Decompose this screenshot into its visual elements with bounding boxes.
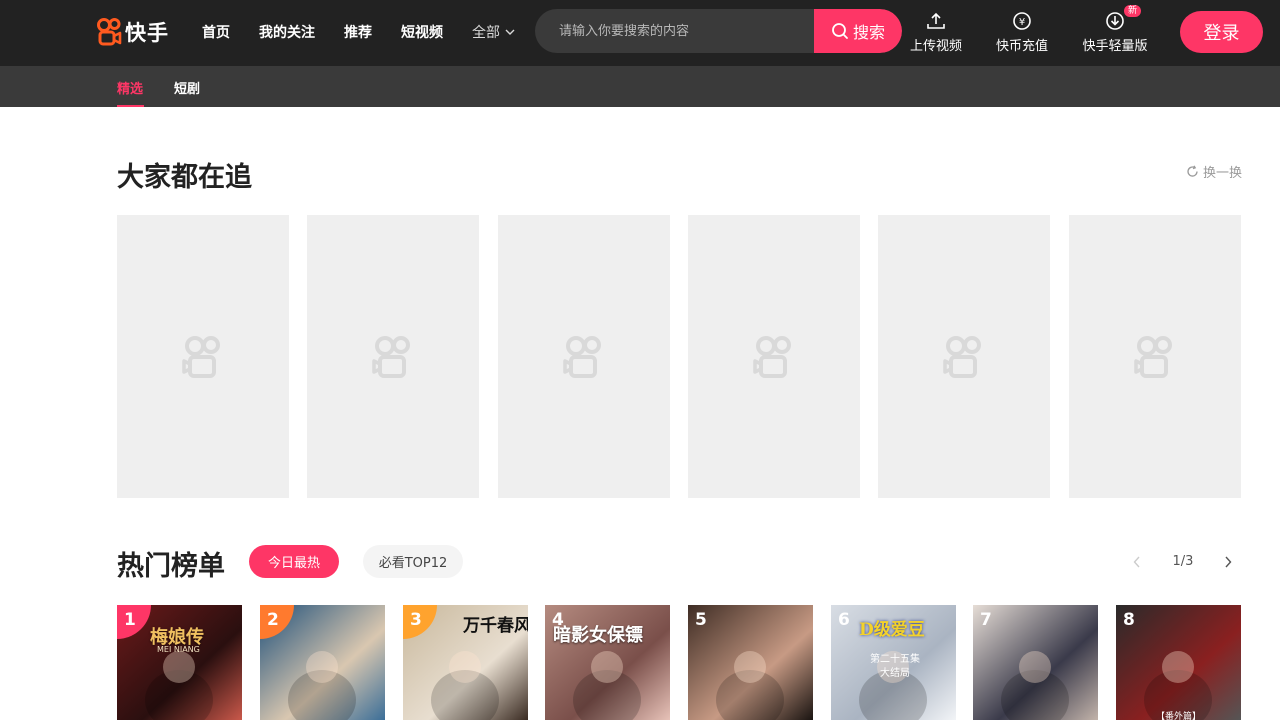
- hot-list-card[interactable]: 2: [260, 605, 385, 720]
- nav-item-following[interactable]: 我的关注: [259, 22, 315, 42]
- page-indicator: 1/3: [1172, 554, 1194, 569]
- tab-featured[interactable]: 精选: [117, 78, 143, 97]
- upload-icon: [927, 12, 945, 29]
- kuaishou-placeholder-icon: [1134, 335, 1172, 378]
- nav-item-home[interactable]: 首页: [202, 22, 230, 42]
- hot-list-card[interactable]: 3 万千春风: [403, 605, 528, 720]
- recharge-label: 快币充值: [995, 39, 1048, 54]
- search-icon: [832, 23, 848, 39]
- kuaishou-logo-icon: [97, 18, 122, 46]
- hot-list-card[interactable]: 4 暗影女保镖: [545, 605, 670, 720]
- nav-item-short-video[interactable]: 短视频: [401, 22, 443, 42]
- poster-title: 万千春风: [463, 616, 528, 636]
- search-input[interactable]: [535, 9, 815, 53]
- active-tab-indicator: [117, 105, 144, 107]
- rank-number: 7: [980, 610, 992, 630]
- hot-list-card[interactable]: 6 D级爱豆第二十五集 大结局: [831, 605, 956, 720]
- kuaishou-placeholder-icon: [182, 335, 220, 378]
- search-button[interactable]: 搜索: [814, 9, 902, 53]
- refresh-button[interactable]: 换一换: [1186, 162, 1242, 181]
- hot-list-card[interactable]: 7: [973, 605, 1098, 720]
- nav-item-all[interactable]: 全部: [472, 22, 515, 42]
- kuaishou-logo[interactable]: 快手: [96, 16, 169, 48]
- nav-item-all-label: 全部: [472, 25, 500, 41]
- kuaishou-placeholder-icon: [372, 335, 410, 378]
- chevron-down-icon: [505, 29, 515, 35]
- hot-list-title: 热门榜单: [117, 551, 225, 582]
- rank-number: 1: [124, 610, 136, 630]
- prev-page-button[interactable]: [1128, 553, 1146, 571]
- kuaishou-placeholder-icon: [753, 335, 791, 378]
- top-header: 快手 首页 我的关注 推荐 短视频 全部 搜索 上传视频 ¥ 快币充值 新: [0, 0, 1280, 66]
- rank-number: 3: [410, 610, 422, 630]
- lite-version-button[interactable]: 新 快手轻量版: [1079, 5, 1151, 56]
- nav-item-recommend[interactable]: 推荐: [344, 22, 372, 42]
- new-badge: 新: [1123, 5, 1141, 17]
- video-card-placeholder[interactable]: [117, 215, 289, 498]
- poster-subtitle: 【番外篇】: [1156, 712, 1202, 720]
- video-card-placeholder[interactable]: [1069, 215, 1241, 498]
- video-card-placeholder[interactable]: [307, 215, 479, 498]
- hot-list-card[interactable]: 8 【番外篇】: [1116, 605, 1241, 720]
- poster-title: D级爱豆: [859, 620, 925, 640]
- upload-video-button[interactable]: 上传视频: [907, 10, 965, 56]
- filter-today-hot[interactable]: 今日最热: [249, 545, 339, 578]
- next-page-button[interactable]: [1219, 553, 1237, 571]
- upload-video-label: 上传视频: [909, 39, 962, 54]
- poster-subtitle: MEI NIANG: [157, 645, 200, 654]
- login-button[interactable]: 登录: [1180, 11, 1263, 53]
- kuaishou-placeholder-icon: [943, 335, 981, 378]
- recharge-button[interactable]: ¥ 快币充值: [993, 10, 1051, 56]
- svg-text:¥: ¥: [1019, 17, 1025, 28]
- sub-nav: 精选 短剧: [0, 66, 1280, 107]
- chevron-left-icon: [1133, 556, 1140, 568]
- rank-number: 6: [838, 610, 850, 630]
- kuaishou-placeholder-icon: [563, 335, 601, 378]
- main-nav: 首页 我的关注 推荐 短视频 全部: [202, 22, 515, 42]
- filter-top12[interactable]: 必看TOP12: [363, 545, 463, 578]
- logo-text: 快手: [125, 21, 169, 45]
- rank-number: 5: [695, 610, 707, 630]
- video-card-placeholder[interactable]: [498, 215, 670, 498]
- trending-section-title: 大家都在追: [117, 162, 252, 193]
- search-button-label: 搜索: [852, 23, 885, 42]
- tab-short-drama[interactable]: 短剧: [174, 78, 200, 97]
- download-icon: [1106, 12, 1124, 30]
- poster-title: 暗影女保镖: [553, 625, 643, 646]
- hot-list-card[interactable]: 1 梅娘传 MEI NIANG: [117, 605, 242, 720]
- video-card-placeholder[interactable]: [688, 215, 860, 498]
- refresh-label: 换一换: [1203, 166, 1243, 181]
- poster-subtitle: 第二十五集 大结局: [870, 654, 920, 679]
- rank-number: 8: [1123, 610, 1135, 630]
- search-bar: 搜索: [535, 9, 902, 53]
- video-card-placeholder[interactable]: [878, 215, 1050, 498]
- hot-list-card[interactable]: 5: [688, 605, 813, 720]
- coin-icon: ¥: [1013, 12, 1031, 30]
- chevron-right-icon: [1225, 556, 1232, 568]
- lite-version-label: 快手轻量版: [1082, 39, 1148, 54]
- refresh-icon: [1187, 165, 1198, 177]
- rank-number: 2: [267, 610, 279, 630]
